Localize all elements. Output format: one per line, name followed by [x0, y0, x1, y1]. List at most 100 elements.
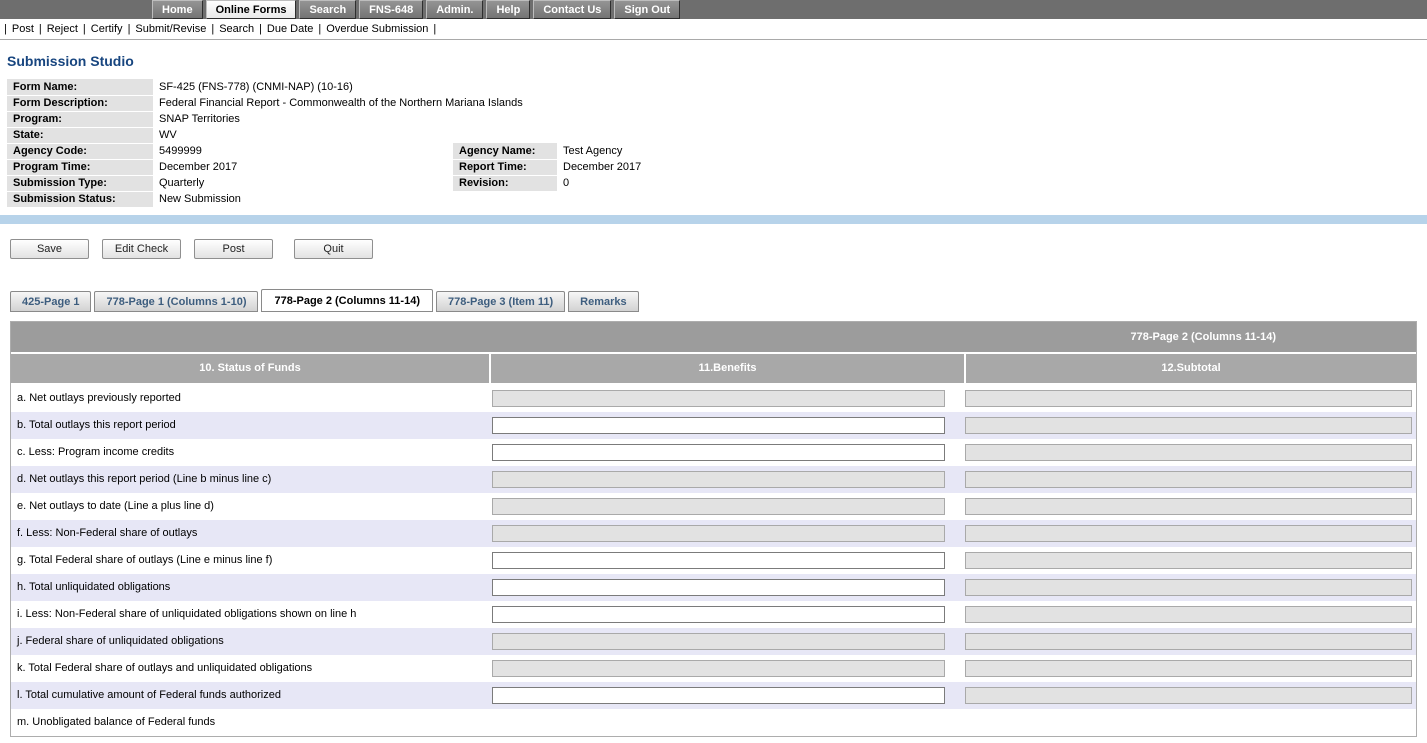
benefits-input [492, 390, 945, 407]
menu-overdue-submission[interactable]: Overdue Submission [326, 23, 428, 35]
tab-778-page-1-columns-1-10[interactable]: 778-Page 1 (Columns 1-10) [94, 291, 258, 312]
info-label-form-description: Form Description: [7, 95, 153, 111]
info-value-submission-status: New Submission [153, 191, 1420, 207]
subtotal-input [965, 525, 1412, 542]
subtotal-input [965, 660, 1412, 677]
benefits-input[interactable] [492, 417, 945, 434]
subtotal-cell [962, 525, 1416, 542]
row-label: c. Less: Program income credits [11, 446, 489, 458]
grid-row-l: l. Total cumulative amount of Federal fu… [11, 682, 1416, 709]
info-value-revision: 0 [557, 175, 1420, 191]
form-info-row: Program:SNAP Territories [7, 111, 1420, 127]
nav-fns-648[interactable]: FNS-648 [359, 0, 423, 19]
subtotal-cell [962, 633, 1416, 650]
info-value-form-name: SF-425 (FNS-778) (CNMI-NAP) (10-16) [153, 79, 1420, 95]
column-header-status-of-funds: 10. Status of Funds [11, 354, 489, 383]
grid-row-k: k. Total Federal share of outlays and un… [11, 655, 1416, 682]
menu-separator: | [128, 23, 131, 35]
edit-check-button[interactable]: Edit Check [102, 239, 181, 259]
info-label-state: State: [7, 127, 153, 143]
benefits-input[interactable] [492, 579, 945, 596]
grid-title-bar: 778-Page 2 (Columns 11-14) [11, 322, 1416, 352]
nav-help[interactable]: Help [486, 0, 530, 19]
post-button[interactable]: Post [194, 239, 273, 259]
subtotal-cell [962, 390, 1416, 407]
nav-search[interactable]: Search [299, 0, 356, 19]
benefits-input[interactable] [492, 552, 945, 569]
row-label: f. Less: Non-Federal share of outlays [11, 527, 489, 539]
menu-separator: | [83, 23, 86, 35]
grid-column-headers: 10. Status of Funds 11.Benefits 12.Subto… [11, 352, 1416, 383]
menu-certify[interactable]: Certify [91, 23, 123, 35]
form-info-row: Form Description:Federal Financial Repor… [7, 95, 1420, 111]
benefits-cell [489, 525, 962, 542]
menu-separator: | [259, 23, 262, 35]
row-label: e. Net outlays to date (Line a plus line… [11, 500, 489, 512]
menu-post[interactable]: Post [12, 23, 34, 35]
subtotal-cell [962, 606, 1416, 623]
benefits-input [492, 660, 945, 677]
nav-online-forms[interactable]: Online Forms [206, 0, 297, 19]
grid-title: 778-Page 2 (Columns 11-14) [1130, 331, 1276, 343]
quit-button[interactable]: Quit [294, 239, 373, 259]
nav-admin[interactable]: Admin. [426, 0, 483, 19]
form-info-row: State:WV [7, 127, 1420, 143]
grid-rows: a. Net outlays previously reported b. Tot… [11, 383, 1416, 736]
menu-due-date[interactable]: Due Date [267, 23, 313, 35]
info-label-form-name: Form Name: [7, 79, 153, 95]
grid-row-d: d. Net outlays this report period (Line … [11, 466, 1416, 493]
tab-remarks[interactable]: Remarks [568, 291, 638, 312]
grid-row-j: j. Federal share of unliquidated obligat… [11, 628, 1416, 655]
tab-425-page-1[interactable]: 425-Page 1 [10, 291, 91, 312]
nav-contact-us[interactable]: Contact Us [533, 0, 611, 19]
benefits-input [492, 633, 945, 650]
benefits-cell [489, 579, 962, 596]
grid-row-h: h. Total unliquidated obligations [11, 574, 1416, 601]
action-buttons: Save Edit Check Post Quit [10, 239, 1427, 259]
benefits-cell [489, 444, 962, 461]
row-label: k. Total Federal share of outlays and un… [11, 662, 489, 674]
info-label-submission-status: Submission Status: [7, 191, 153, 207]
menu-reject[interactable]: Reject [47, 23, 78, 35]
menu-separator: | [4, 23, 7, 35]
benefits-input[interactable] [492, 687, 945, 704]
info-label-report-time: Report Time: [453, 159, 557, 175]
subtotal-cell [962, 444, 1416, 461]
menu-separator: | [39, 23, 42, 35]
form-info-row: Submission Type:QuarterlyRevision:0 [7, 175, 1420, 191]
benefits-cell [489, 417, 962, 434]
benefits-input [492, 471, 945, 488]
nav-home[interactable]: Home [152, 0, 203, 19]
subtotal-cell [962, 660, 1416, 677]
nav-sign-out[interactable]: Sign Out [614, 0, 680, 19]
row-label: a. Net outlays previously reported [11, 392, 489, 404]
menu-submit-revise[interactable]: Submit/Revise [135, 23, 206, 35]
tab-778-page-2-columns-11-14[interactable]: 778-Page 2 (Columns 11-14) [261, 289, 433, 312]
row-label: g. Total Federal share of outlays (Line … [11, 554, 489, 566]
divider-bar [0, 215, 1427, 224]
tab-778-page-3-item-11[interactable]: 778-Page 3 (Item 11) [436, 291, 565, 312]
form-info-row: Program Time:December 2017Report Time:De… [7, 159, 1420, 175]
subtotal-cell [962, 687, 1416, 704]
benefits-cell [489, 687, 962, 704]
grid-row-f: f. Less: Non-Federal share of outlays [11, 520, 1416, 547]
form-info-table: Form Name:SF-425 (FNS-778) (CNMI-NAP) (1… [7, 79, 1420, 208]
benefits-input[interactable] [492, 606, 945, 623]
benefits-input [492, 525, 945, 542]
menu-search[interactable]: Search [219, 23, 254, 35]
benefits-cell [489, 606, 962, 623]
benefits-input[interactable] [492, 444, 945, 461]
subtotal-input [965, 579, 1412, 596]
form-info-row: Form Name:SF-425 (FNS-778) (CNMI-NAP) (1… [7, 79, 1420, 95]
row-label: i. Less: Non-Federal share of unliquidat… [11, 608, 489, 620]
save-button[interactable]: Save [10, 239, 89, 259]
info-label-agency-code: Agency Code: [7, 143, 153, 159]
subtotal-input [965, 417, 1412, 434]
info-value-report-time: December 2017 [557, 159, 1420, 175]
subtotal-input [965, 633, 1412, 650]
form-info-row: Submission Status:New Submission [7, 191, 1420, 207]
row-label: b. Total outlays this report period [11, 419, 489, 431]
grid-row-g: g. Total Federal share of outlays (Line … [11, 547, 1416, 574]
info-label-program: Program: [7, 111, 153, 127]
tab-strip: 425-Page 1778-Page 1 (Columns 1-10)778-P… [10, 289, 1427, 312]
